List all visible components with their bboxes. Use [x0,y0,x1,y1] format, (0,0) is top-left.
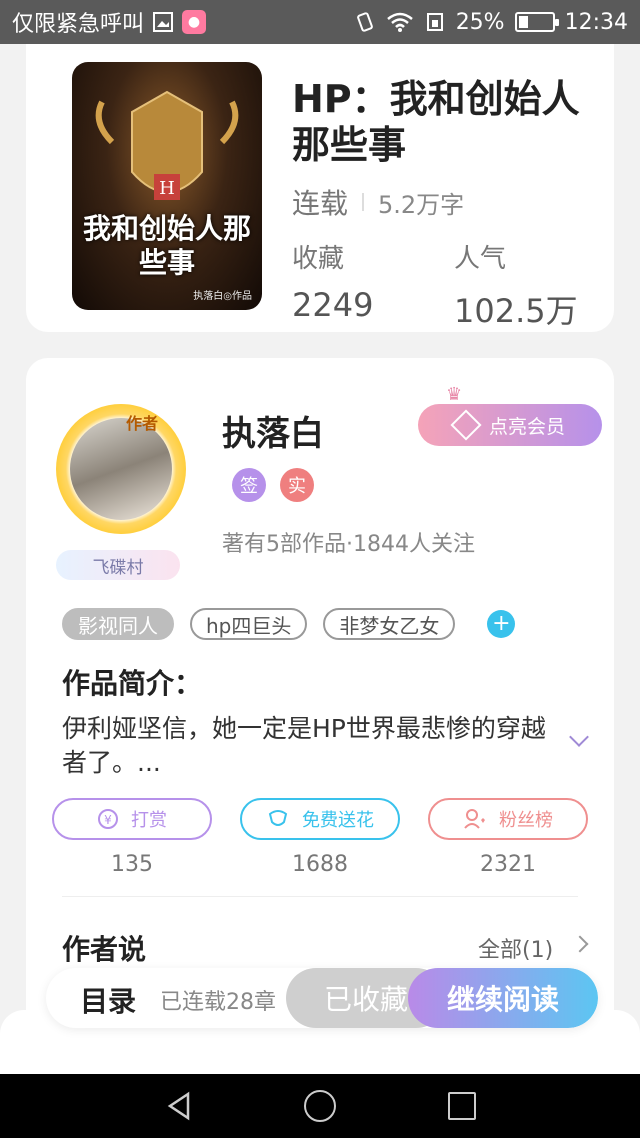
vibrate-icon [354,11,376,33]
tip-label: 打赏 [131,810,167,831]
chevron-down-icon[interactable] [569,727,589,747]
word-count: 5.2万字 [378,190,465,219]
notification-app-icon: ● [182,10,207,34]
village-badge[interactable]: 飞碟村 [56,550,180,580]
toc-button[interactable]: 目录 [80,980,136,1020]
status-bar: 仅限紧急呼叫 ● 25% 12:34 [0,0,640,44]
coin-icon: ¥ [98,809,118,829]
book-title: HP：我和创始人那些事 [292,77,580,167]
intro-text[interactable]: 伊利娅坚信，她一定是HP世界最悲惨的穿越者了。... [62,712,562,780]
tag-item[interactable]: hp四巨头 [190,608,308,640]
battery-icon [514,12,559,32]
verified-badge: 实 [280,468,314,502]
vip-label: 点亮会员 [488,415,565,438]
author-avatar[interactable]: 作者 [56,404,186,534]
book-info-card: H 我和创始人那些事 执落白◎作品 HP：我和创始人那些事 连载 5.2万字 收… [26,44,614,332]
book-meta: 连载 5.2万字 [292,182,464,222]
favorites-label: 收藏 [292,244,345,274]
flower-count: 1688 [292,852,348,877]
tip-count: 135 [111,852,153,877]
svg-text:H: H [159,178,175,199]
fan-count: 2321 [480,852,536,877]
tag-item[interactable]: 影视同人 [62,608,174,640]
flower-icon [268,810,288,826]
battery-percent: 25% [455,9,505,35]
chapter-count[interactable]: 已连载28章 [160,984,276,1016]
meta-divider [362,193,365,211]
add-tag-icon[interactable]: + [487,610,516,638]
popularity-label: 人气 [454,244,507,274]
diamond-icon [450,409,482,441]
back-icon[interactable] [164,1091,194,1121]
chevron-right-icon[interactable] [571,935,589,953]
intro-title: 作品简介： [62,667,203,700]
vip-button[interactable]: 点亮会员 [418,404,602,446]
user-heart-icon [464,809,485,829]
bottom-action-bar: 目录 已连载28章 已收藏 继续阅读 [46,968,598,1028]
fan-rank-label: 粉丝榜 [499,810,553,831]
author-name[interactable]: 执落白 [222,406,324,455]
divider [62,896,578,897]
fan-rank-button[interactable]: 粉丝榜 [428,798,588,840]
tag-item[interactable]: 非梦女乙女 [323,608,456,640]
home-icon[interactable] [304,1090,336,1122]
tip-button[interactable]: ¥ 打赏 [52,798,212,840]
favorites-value: 2249 [292,286,374,324]
recent-apps-icon[interactable] [448,1092,476,1120]
popularity-value: 102.5万 [454,292,578,330]
wifi-icon [386,11,414,33]
crown-icon: ♛ [446,384,463,405]
cover-author: 执落白◎作品 [193,291,252,302]
image-icon [152,11,174,33]
author-says-title: 作者说 [62,933,147,966]
clock: 12:34 [564,9,628,35]
system-nav-bar [0,1074,640,1138]
author-says-all-link[interactable]: 全部(1) [478,932,553,964]
signed-badge: 签 [232,468,266,502]
book-cover[interactable]: H 我和创始人那些事 执落白◎作品 [72,62,262,310]
send-flower-label: 免费送花 [302,810,374,831]
svg-text:¥: ¥ [104,813,112,827]
send-flower-button[interactable]: 免费送花 [240,798,400,840]
sim-icon [424,11,446,33]
status-text: 仅限紧急呼叫 [12,12,145,37]
avatar-tag: 作者 [126,414,159,433]
cover-title: 我和创始人那些事 [82,212,251,279]
author-stats: 著有5部作品·1844人关注 [222,532,475,557]
tag-list: 影视同人 hp四巨头 非梦女乙女 + [62,608,516,640]
serial-status: 连载 [292,187,349,220]
continue-reading-button[interactable]: 继续阅读 [408,968,598,1028]
